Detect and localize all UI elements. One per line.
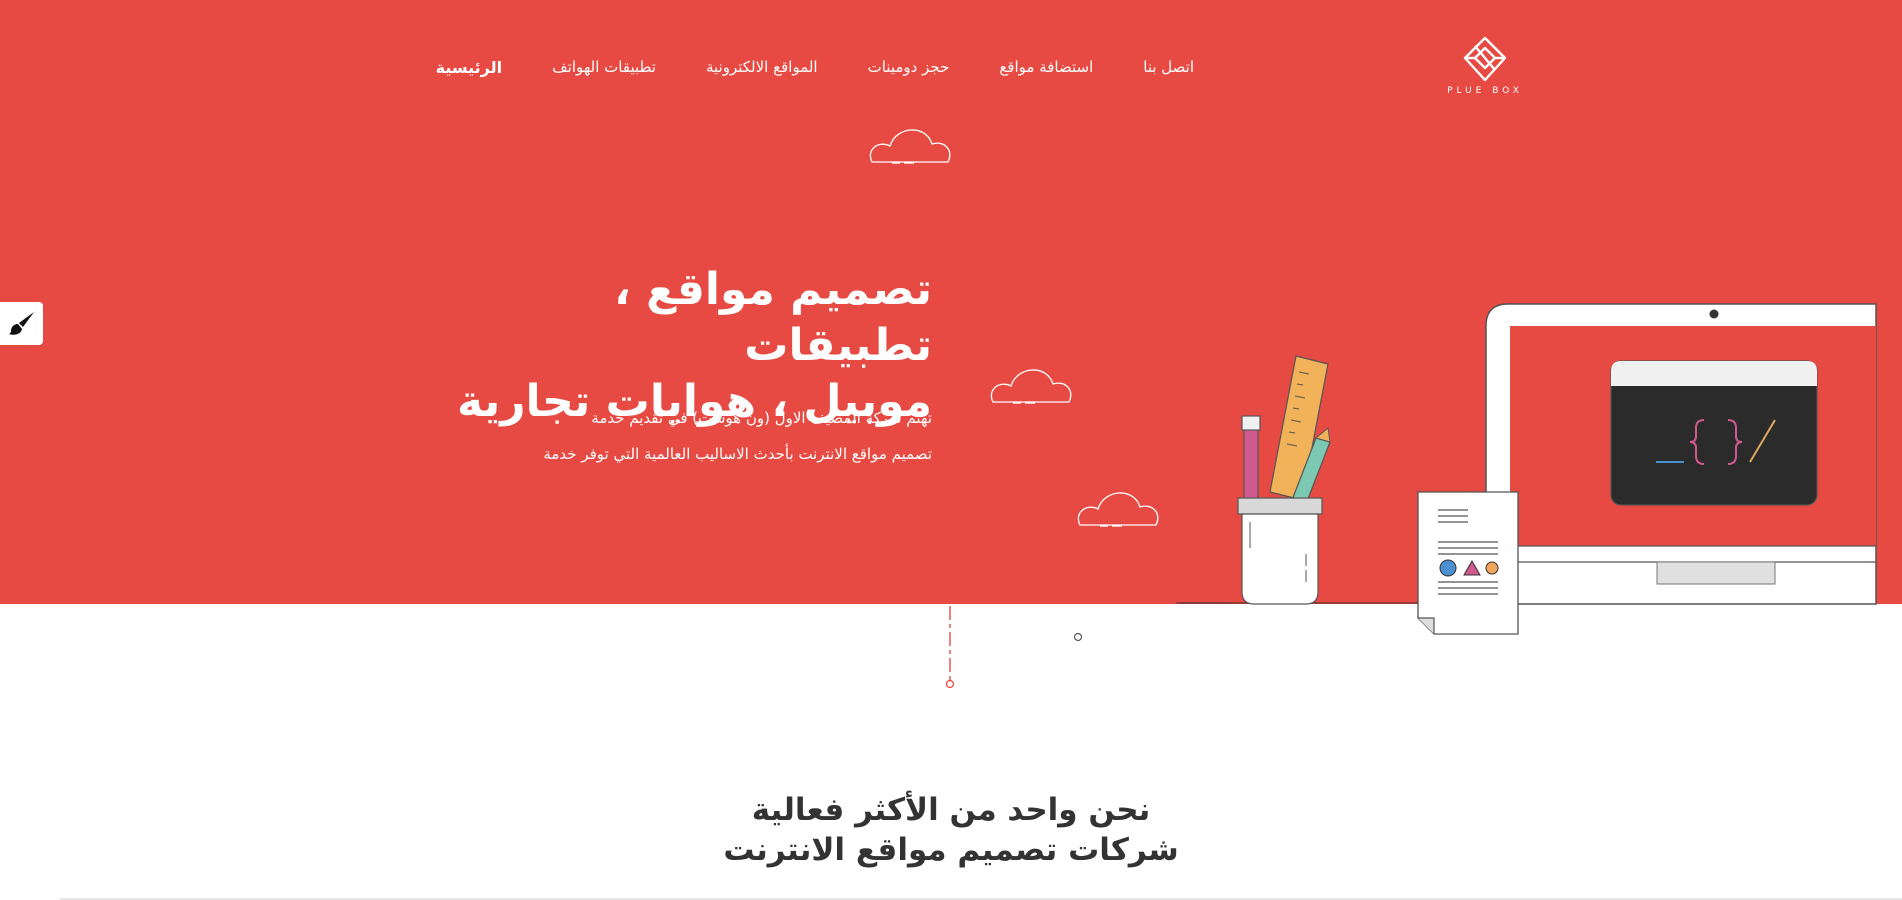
hero-description: تهتم شركة المضيف الاول (ون هوست) في تقدي… <box>412 400 932 472</box>
nav-item-contact[interactable]: اتصل بنا <box>1143 58 1194 77</box>
nav-item-mobile-apps[interactable]: تطبيقات الهواتف <box>552 58 656 77</box>
nav-item-domains[interactable]: حجز دومينات <box>868 58 950 77</box>
scroll-indicator <box>945 606 955 689</box>
nav-item-home[interactable]: الرئيسية <box>436 58 503 77</box>
hero-desc-line1: تهتم شركة المضيف الاول (ون هوست) في تقدي… <box>591 409 932 427</box>
about-heading-line1: نحن واحد من الأكثر فعالية <box>751 792 1151 828</box>
diamond-logo-icon <box>1463 36 1507 82</box>
site-logo[interactable]: PLUE BOX <box>1435 36 1535 96</box>
main-nav: الرئيسية تطبيقات الهواتف المواقع الالكتر… <box>436 58 1194 77</box>
about-heading: نحن واحد من الأكثر فعالية شركات تصميم مو… <box>0 790 1902 870</box>
hero-title-line1: تصميم مواقع ، تطبيقات <box>614 264 932 371</box>
nav-item-websites[interactable]: المواقع الالكترونية <box>706 58 818 77</box>
hero-desc-line2: تصميم مواقع الانترنت بأحدث الاساليب العا… <box>543 445 932 463</box>
hero-section: PLUE BOX الرئيسية تطبيقات الهواتف المواق… <box>0 0 1902 604</box>
nav-item-hosting[interactable]: استضافة مواقع <box>999 58 1093 77</box>
decor-dot <box>1073 632 1083 642</box>
about-heading-line2: شركات تصميم مواقع الانترنت <box>723 832 1179 868</box>
paint-brush-icon <box>8 311 34 335</box>
theme-switcher-button[interactable] <box>0 302 43 345</box>
logo-text: PLUE BOX <box>1447 86 1523 96</box>
